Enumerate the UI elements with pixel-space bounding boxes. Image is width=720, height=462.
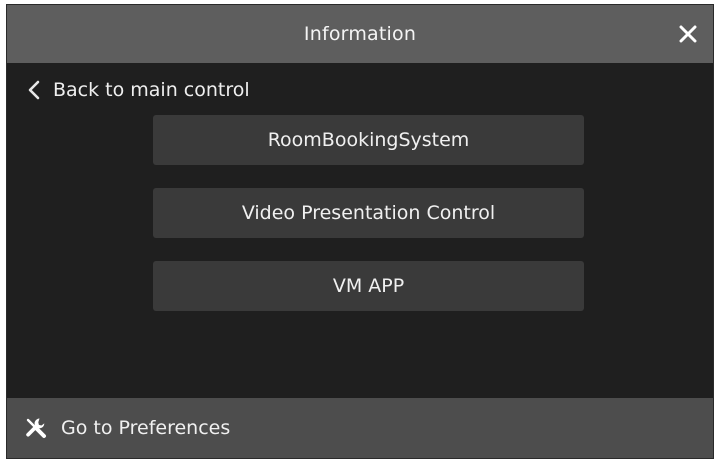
go-to-preferences-button[interactable]: Go to Preferences — [7, 398, 713, 458]
tools-icon — [23, 415, 49, 441]
close-button[interactable] — [673, 19, 703, 49]
close-icon — [679, 25, 697, 43]
back-to-main-control-link[interactable]: Back to main control — [27, 75, 250, 105]
back-link-label: Back to main control — [53, 79, 250, 101]
vm-app-button[interactable]: VM APP — [153, 261, 584, 311]
title-bar: Information — [7, 5, 713, 63]
dialog-title: Information — [303, 23, 417, 45]
footer-label: Go to Preferences — [61, 417, 231, 439]
room-booking-system-button[interactable]: RoomBookingSystem — [153, 115, 584, 165]
video-presentation-control-button[interactable]: Video Presentation Control — [153, 188, 584, 238]
chevron-left-icon — [27, 80, 41, 100]
information-dialog: Information Back to main control RoomBoo… — [6, 4, 714, 459]
